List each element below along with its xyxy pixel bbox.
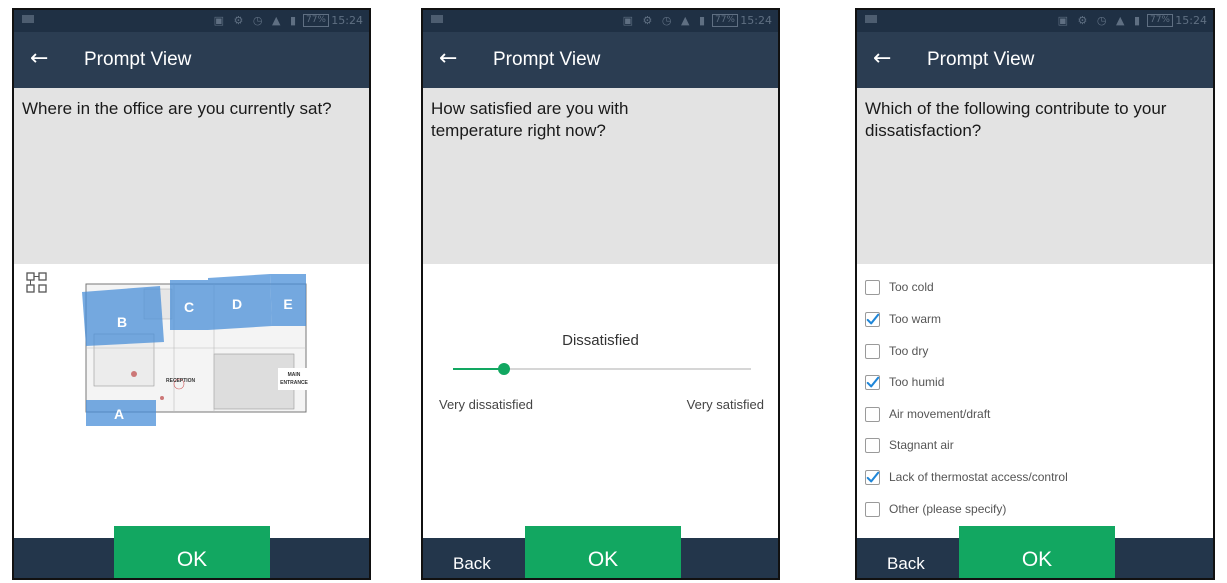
zone-c[interactable]: C [170,280,208,330]
option-label: Too cold [889,280,934,294]
option-too-dry[interactable]: Too dry [865,340,928,362]
option-other-please-specify[interactable]: Other (please specify) [865,498,1006,520]
ok-button[interactable]: OK [114,526,270,578]
checkbox-empty-icon[interactable] [865,437,880,453]
status-icons: ▣ ⚙ ◷ ▲ ▮ [622,14,708,27]
page-title: Prompt View [493,49,601,70]
main-entrance-label-2: ENTRANCE [280,380,308,386]
app-bar: ← Prompt View [423,32,778,88]
page-title: Prompt View [84,49,192,70]
battery-indicator: 77% [302,14,329,27]
battery-indicator: 77% [711,14,738,27]
checkbox-checked-icon[interactable] [865,311,880,327]
slider-value-label: Dissatisfied [562,332,639,349]
clock: 15:24 [331,14,363,27]
clock: 15:24 [1175,14,1207,27]
back-button[interactable]: Back [453,554,491,574]
ok-button[interactable]: OK [525,526,681,578]
question-text: How satisfied are you with temperature r… [423,88,778,264]
screen-satisfaction: ▣ ⚙ ◷ ▲ ▮ 77% 15:24 ← Prompt View How sa… [421,8,780,580]
option-lack-of-thermostat-access-control[interactable]: Lack of thermostat access/control [865,466,1068,488]
option-label: Too dry [889,344,929,358]
option-label: Other (please specify) [889,502,1007,516]
screen-dissatisfaction-causes: ▣ ⚙ ◷ ▲ ▮ 77% 15:24 ← Prompt View Which … [855,8,1215,580]
ok-button[interactable]: OK [959,526,1115,578]
clock: 15:24 [740,14,772,27]
slider-max-label: Very satisfied [686,397,764,412]
checkbox-empty-icon[interactable] [865,501,880,517]
main-entrance-label: MAIN [288,372,301,378]
notification-icon [865,15,877,23]
notification-icon [22,15,34,23]
option-stagnant-air[interactable]: Stagnant air [865,434,954,456]
status-icons: ▣ ⚙ ◷ ▲ ▮ [213,14,299,27]
svg-text:E: E [283,296,292,312]
notification-icon [431,15,443,23]
option-label: Too humid [889,375,945,389]
slider-fill [453,368,504,370]
svg-text:C: C [184,299,194,315]
page-title: Prompt View [927,49,1035,70]
option-air-movement-draft[interactable]: Air movement/draft [865,403,990,425]
slider-thumb[interactable] [497,363,510,375]
back-button[interactable]: Back [887,554,925,574]
status-bar: ▣ ⚙ ◷ ▲ ▮ 77% 15:24 [14,10,369,32]
zone-a[interactable]: A [86,400,156,426]
zone-e[interactable]: E [270,274,306,326]
slider-min-label: Very dissatisfied [439,397,533,412]
reception-label: RECEPTION [166,378,196,384]
checkbox-checked-icon[interactable] [865,374,880,390]
status-bar: ▣ ⚙ ◷ ▲ ▮ 77% 15:24 [857,10,1213,32]
question-text: Where in the office are you currently sa… [14,88,369,264]
option-label: Too warm [889,312,942,326]
option-too-warm[interactable]: Too warm [865,308,941,330]
battery-indicator: 77% [1146,14,1173,27]
option-too-cold[interactable]: Too cold [865,276,934,298]
question-text: Which of the following contribute to you… [857,88,1213,264]
screen-location: ▣ ⚙ ◷ ▲ ▮ 77% 15:24 ← Prompt View Where … [12,8,371,580]
checkbox-checked-icon[interactable] [865,469,880,485]
option-label: Air movement/draft [889,407,991,421]
checkbox-empty-icon[interactable] [865,406,880,422]
checkbox-empty-icon[interactable] [865,343,880,359]
option-label: Lack of thermostat access/control [889,470,1068,484]
zone-b[interactable]: B [82,286,164,346]
svg-text:A: A [114,406,124,422]
option-too-humid[interactable]: Too humid [865,371,944,393]
back-arrow-icon[interactable]: ← [873,46,891,72]
checkbox-empty-icon[interactable] [865,279,880,295]
svg-text:D: D [232,296,242,312]
map-view-toggle-icon[interactable] [26,272,48,294]
app-bar: ← Prompt View [14,32,369,88]
status-bar: ▣ ⚙ ◷ ▲ ▮ 77% 15:24 [423,10,778,32]
satisfaction-slider[interactable] [453,363,751,375]
status-icons: ▣ ⚙ ◷ ▲ ▮ [1057,14,1143,27]
svg-text:B: B [117,314,127,330]
app-bar: ← Prompt View [857,32,1213,88]
zone-d[interactable]: D [208,274,272,330]
back-arrow-icon[interactable]: ← [439,46,457,72]
option-label: Stagnant air [889,438,954,452]
office-floor-plan: B C D E A RECEPTION MAIN ENTRANCE [82,274,312,426]
back-arrow-icon[interactable]: ← [30,46,48,72]
